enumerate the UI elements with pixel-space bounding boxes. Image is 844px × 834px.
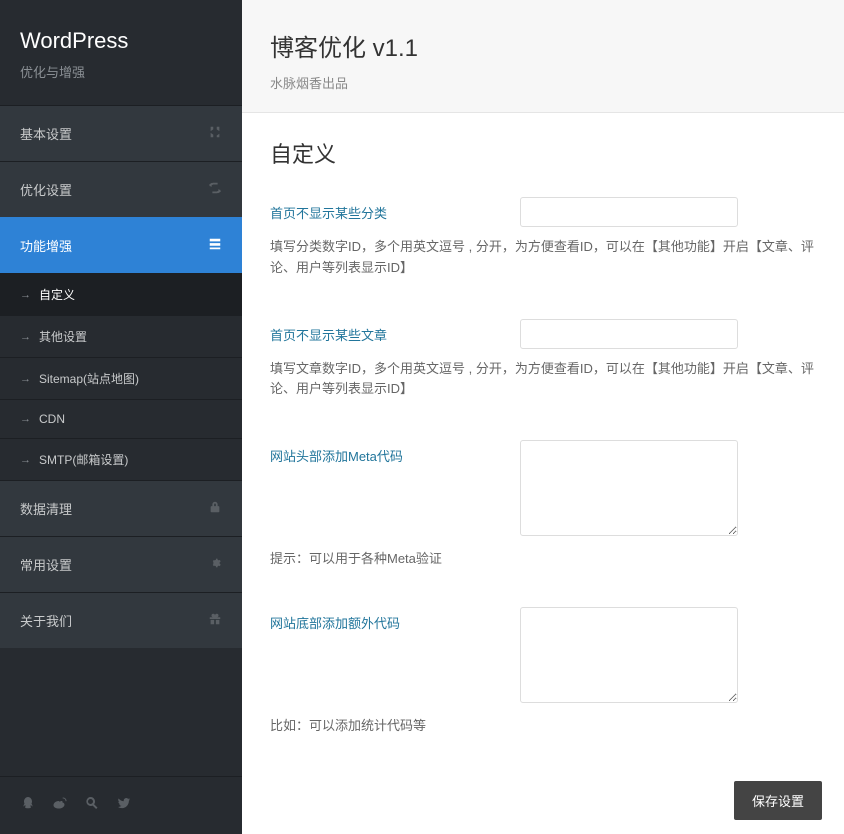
page-title: 博客优化 v1.1 [270, 28, 816, 63]
label-exclude-posts: 首页不显示某些文章 [270, 319, 500, 344]
nav-item-common-settings[interactable]: 常用设置 [0, 536, 242, 592]
main-header: 博客优化 v1.1 水脉烟香出品 [242, 0, 844, 113]
input-exclude-categories[interactable] [520, 197, 738, 227]
gift-icon [208, 612, 222, 629]
sidebar-header: WordPress 优化与增强 [0, 0, 242, 105]
nav-label: 数据清理 [20, 499, 72, 518]
sub-nav-smtp[interactable]: → SMTP(邮箱设置) [0, 438, 242, 480]
arrow-icon: → [20, 289, 31, 301]
sub-nav-cdn[interactable]: → CDN [0, 399, 242, 438]
form-row: 网站底部添加额外代码 [270, 607, 816, 703]
form-row: 网站头部添加Meta代码 [270, 440, 816, 536]
help-exclude-posts: 填写文章数字ID，多个用英文逗号 , 分开，为方便查看ID，可以在【其他功能】开… [270, 359, 816, 401]
sub-nav-label: Sitemap(站点地图) [39, 370, 139, 387]
content: 自定义 首页不显示某些分类 填写分类数字ID，多个用英文逗号 , 分开，为方便查… [242, 113, 844, 834]
arrow-icon: → [20, 373, 31, 385]
lock-icon [208, 500, 222, 517]
nav-label: 优化设置 [20, 180, 72, 199]
nav-item-feature-enhance[interactable]: 功能增强 [0, 217, 242, 273]
nav-label: 常用设置 [20, 555, 72, 574]
form-group-meta-code: 网站头部添加Meta代码 提示：可以用于各种Meta验证 [270, 440, 816, 567]
sub-nav-label: 自定义 [39, 286, 75, 303]
nav-label: 功能增强 [20, 236, 72, 255]
qq-icon[interactable] [20, 795, 36, 816]
weibo-icon[interactable] [52, 795, 68, 816]
sub-nav-label: SMTP(邮箱设置) [39, 451, 128, 468]
sidebar-subtitle: 优化与增强 [20, 62, 222, 81]
gear-icon [208, 556, 222, 573]
sub-nav-label: 其他设置 [39, 328, 87, 345]
sidebar-footer [0, 776, 242, 834]
repeat-icon [208, 181, 222, 198]
label-meta-code: 网站头部添加Meta代码 [270, 440, 500, 465]
arrow-icon: → [20, 331, 31, 343]
twitter-icon[interactable] [116, 795, 132, 816]
textarea-meta-code[interactable] [520, 440, 738, 536]
section-title: 自定义 [270, 137, 816, 169]
nav-item-data-cleanup[interactable]: 数据清理 [0, 480, 242, 536]
form-row: 首页不显示某些文章 [270, 319, 816, 349]
hint-footer-code: 比如：可以添加统计代码等 [270, 715, 816, 734]
form-group-exclude-posts: 首页不显示某些文章 填写文章数字ID，多个用英文逗号 , 分开，为方便查看ID，… [270, 319, 816, 401]
sidebar-title: WordPress [20, 28, 222, 54]
save-bar: 保存设置 [242, 767, 844, 834]
nav-item-optimize-settings[interactable]: 优化设置 [0, 161, 242, 217]
main: 博客优化 v1.1 水脉烟香出品 自定义 首页不显示某些分类 填写分类数字ID，… [242, 0, 844, 834]
sidebar: WordPress 优化与增强 基本设置 优化设置 功能增强 → 自定义 [0, 0, 242, 834]
search-icon[interactable] [84, 795, 100, 816]
nav-item-about-us[interactable]: 关于我们 [0, 592, 242, 648]
form-group-footer-code: 网站底部添加额外代码 比如：可以添加统计代码等 [270, 607, 816, 734]
help-exclude-categories: 填写分类数字ID，多个用英文逗号 , 分开，为方便查看ID，可以在【其他功能】开… [270, 237, 816, 279]
nav-label: 基本设置 [20, 124, 72, 143]
input-exclude-posts[interactable] [520, 319, 738, 349]
hint-meta-code: 提示：可以用于各种Meta验证 [270, 548, 816, 567]
sub-nav-other-settings[interactable]: → 其他设置 [0, 315, 242, 357]
arrow-icon: → [20, 454, 31, 466]
nav-section: 基本设置 优化设置 功能增强 → 自定义 → 其他设置 [0, 105, 242, 776]
label-exclude-categories: 首页不显示某些分类 [270, 197, 500, 222]
layout-icon [208, 237, 222, 254]
label-footer-code: 网站底部添加额外代码 [270, 607, 500, 632]
form-row: 首页不显示某些分类 [270, 197, 816, 227]
form-group-exclude-categories: 首页不显示某些分类 填写分类数字ID，多个用英文逗号 , 分开，为方便查看ID，… [270, 197, 816, 279]
nav-label: 关于我们 [20, 611, 72, 630]
page-subtitle: 水脉烟香出品 [270, 73, 816, 92]
nav-item-basic-settings[interactable]: 基本设置 [0, 105, 242, 161]
sub-nav: → 自定义 → 其他设置 → Sitemap(站点地图) → CDN → SMT… [0, 273, 242, 480]
arrow-icon: → [20, 413, 31, 425]
save-button[interactable]: 保存设置 [734, 781, 822, 820]
sub-nav-label: CDN [39, 412, 65, 426]
sub-nav-custom[interactable]: → 自定义 [0, 273, 242, 315]
sub-nav-sitemap[interactable]: → Sitemap(站点地图) [0, 357, 242, 399]
switch-icon [208, 125, 222, 142]
textarea-footer-code[interactable] [520, 607, 738, 703]
